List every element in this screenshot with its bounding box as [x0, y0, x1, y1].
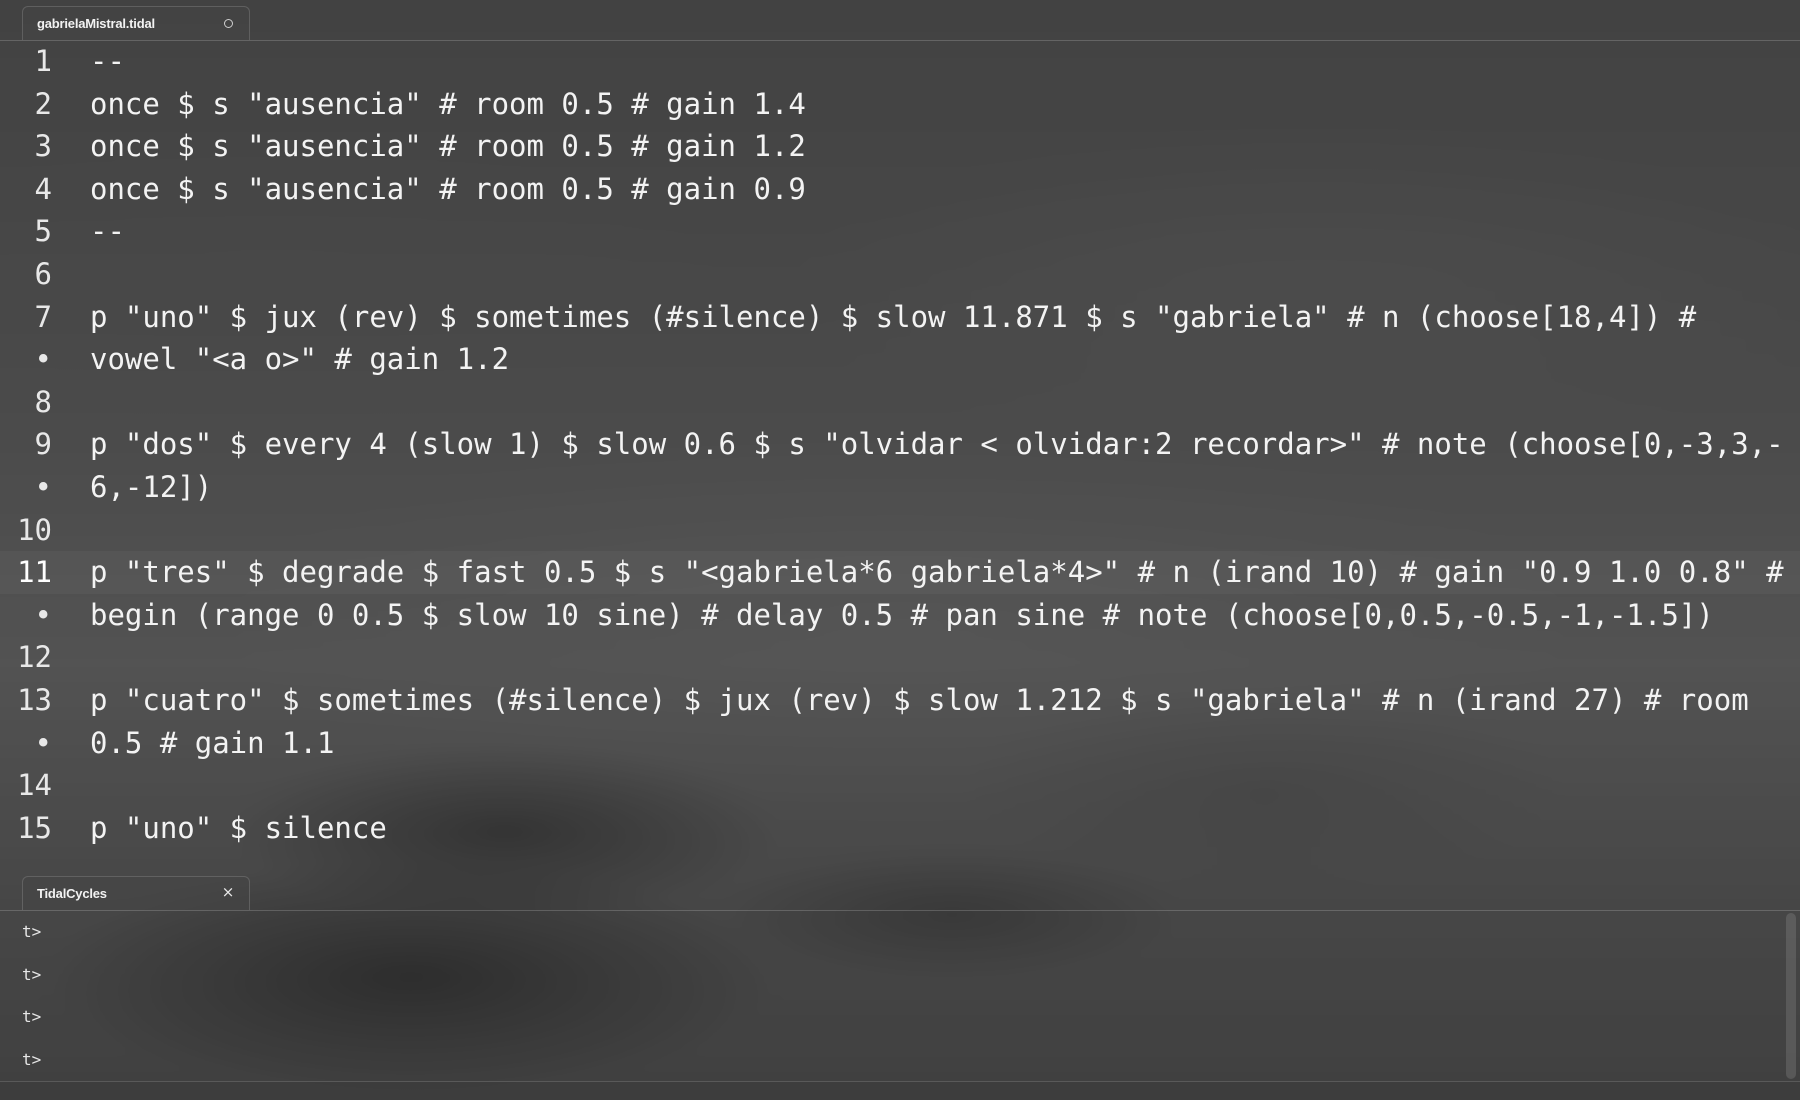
editor-tab[interactable]: gabrielaMistral.tidal	[22, 6, 250, 40]
line-number: 2	[34, 86, 52, 121]
status-bar	[0, 1081, 1800, 1100]
code-editor[interactable]: 1 -- 2 once $ s "ausencia" # room 0.5 # …	[0, 40, 1800, 870]
console-prompt: t>	[22, 1049, 42, 1069]
code-line[interactable]: 14	[0, 764, 1800, 807]
code-line-current[interactable]: 11 p "tres" $ degrade $ fast 0.5 $ s "<g…	[0, 551, 1800, 594]
editor-tab-title: gabrielaMistral.tidal	[37, 16, 155, 31]
code-line[interactable]: 15 p "uno" $ silence	[0, 807, 1800, 850]
line-number: 9	[34, 427, 52, 462]
code-text[interactable]: p "cuatro" $ sometimes (#silence) $ jux …	[90, 679, 1749, 722]
line-number: 6	[34, 256, 52, 291]
line-number: 12	[17, 640, 52, 675]
code-text[interactable]: p "uno" $ jux (rev) $ sometimes (#silenc…	[90, 296, 1696, 339]
code-line[interactable]: 2 once $ s "ausencia" # room 0.5 # gain …	[0, 83, 1800, 126]
code-line[interactable]: 10	[0, 509, 1800, 552]
code-line[interactable]: 13 p "cuatro" $ sometimes (#silence) $ j…	[0, 679, 1800, 722]
code-text[interactable]: begin (range 0 0.5 $ slow 10 sine) # del…	[90, 594, 1714, 637]
line-number: 1	[34, 44, 52, 78]
code-text[interactable]: --	[90, 40, 125, 83]
line-number: 3	[34, 129, 52, 164]
close-icon[interactable]: ×	[219, 883, 237, 901]
line-number: 13	[17, 682, 52, 717]
wrap-indicator-icon: •	[34, 597, 52, 632]
code-text[interactable]: p "dos" $ every 4 (slow 1) $ slow 0.6 $ …	[90, 423, 1784, 466]
wrap-indicator-icon: •	[34, 342, 52, 377]
line-number: 4	[34, 171, 52, 206]
code-text[interactable]: 6,-12])	[90, 466, 212, 509]
code-line-wrapped[interactable]: • 0.5 # gain 1.1	[0, 722, 1800, 765]
code-text[interactable]: p "tres" $ degrade $ fast 0.5 $ s "<gabr…	[90, 551, 1784, 594]
console-tab[interactable]: TidalCycles ×	[22, 876, 250, 910]
code-line[interactable]: 3 once $ s "ausencia" # room 0.5 # gain …	[0, 125, 1800, 168]
code-text[interactable]: --	[90, 210, 125, 253]
console-prompt: t>	[22, 922, 42, 941]
code-text[interactable]: once $ s "ausencia" # room 0.5 # gain 0.…	[90, 168, 806, 211]
code-text[interactable]: 0.5 # gain 1.1	[90, 722, 334, 765]
code-text[interactable]: p "uno" $ silence	[90, 807, 387, 850]
editor-tab-bar: gabrielaMistral.tidal	[0, 0, 1800, 41]
code-line-wrapped[interactable]: • vowel "<a o>" # gain 1.2	[0, 338, 1800, 381]
wrap-indicator-icon: •	[34, 725, 52, 760]
line-number: 14	[17, 768, 52, 803]
console-tab-title: TidalCycles	[37, 886, 107, 901]
code-line-wrapped[interactable]: • 6,-12])	[0, 466, 1800, 509]
line-number: 11	[17, 555, 52, 590]
wrap-indicator-icon: •	[34, 469, 52, 504]
app-window: gabrielaMistral.tidal 1 -- 2 once $ s "a…	[0, 0, 1800, 1100]
tidal-console[interactable]: t> t> t> t>	[0, 911, 1800, 1081]
line-number: 15	[17, 810, 52, 845]
code-line[interactable]: 5 --	[0, 210, 1800, 253]
line-number: 8	[34, 384, 52, 419]
code-line[interactable]: 12	[0, 636, 1800, 679]
code-line[interactable]: 1 --	[0, 40, 1800, 83]
code-text[interactable]: once $ s "ausencia" # room 0.5 # gain 1.…	[90, 83, 806, 126]
code-line[interactable]: 6	[0, 253, 1800, 296]
line-number: 10	[17, 512, 52, 547]
code-line[interactable]: 7 p "uno" $ jux (rev) $ sometimes (#sile…	[0, 296, 1800, 339]
code-line-wrapped[interactable]: • begin (range 0 0.5 $ slow 10 sine) # d…	[0, 594, 1800, 637]
line-number: 7	[34, 299, 52, 334]
code-line[interactable]: 9 p "dos" $ every 4 (slow 1) $ slow 0.6 …	[0, 423, 1800, 466]
code-line[interactable]: 8	[0, 381, 1800, 424]
code-line[interactable]: 4 once $ s "ausencia" # room 0.5 # gain …	[0, 168, 1800, 211]
console-scrollbar[interactable]	[1786, 913, 1796, 1079]
console-tab-bar: TidalCycles ×	[0, 870, 1800, 911]
line-number: 5	[34, 214, 52, 249]
unsaved-indicator-icon[interactable]	[224, 19, 233, 28]
code-text[interactable]: once $ s "ausencia" # room 0.5 # gain 1.…	[90, 125, 806, 168]
code-text[interactable]: vowel "<a o>" # gain 1.2	[90, 338, 509, 381]
console-prompt: t>	[22, 964, 42, 984]
console-prompt: t>	[22, 1007, 42, 1027]
